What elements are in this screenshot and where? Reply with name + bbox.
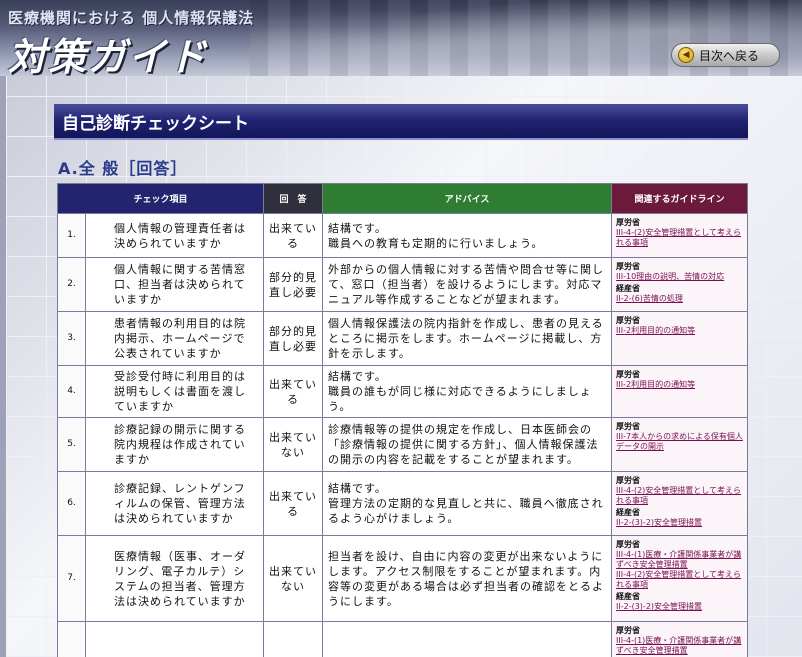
- col-header-answer: 回 答: [263, 183, 324, 214]
- answer-cell: 出来ていない: [263, 535, 324, 622]
- guideline-link[interactable]: III-2利用目的の通知等: [616, 380, 743, 390]
- col-header-advice: アドバイス: [322, 183, 613, 214]
- guideline-link[interactable]: III-10理由の説明、苦情の対応: [616, 272, 743, 282]
- back-button-label: 目次へ戻る: [699, 48, 760, 63]
- header-banner: 医療機関における 個人情報保護法 対策ガイド ◀ 目次へ戻る: [0, 0, 802, 76]
- guideline-cell: 厚労省 III-2利用目的の通知等: [611, 311, 749, 366]
- guideline-link[interactable]: II-2-(6)苦情の処理: [616, 294, 743, 304]
- advice-cell: 結構です。 職員への教育も定期的に行いましょう。: [322, 213, 613, 258]
- section-subtitle: A.全 般［回答］: [58, 159, 188, 178]
- table-header-row: チェック項目 回 答 アドバイス 関連するガイドライン: [56, 183, 749, 214]
- advice-cell: 外部からの個人情報に対する苦情や問合せ等に関して、窓口（担当者）を設けるようにし…: [322, 257, 613, 312]
- check-item: 医療情報（医事、オーダリング、電子カルテ）システムの担当者、管理方法は決められて…: [84, 535, 265, 622]
- guideline-source-label: 経産省: [616, 284, 641, 293]
- guideline-source-label: 厚労省: [616, 262, 641, 271]
- guideline-cell: 厚労省 III-7本人からの求めによる保有個人データの開示: [611, 417, 749, 472]
- advice-cell: 結構です。 職員の誰もが同じ様に対応できるようにしましょう。: [322, 365, 613, 418]
- table-row: 6. 診療記録、レントゲンフィルムの保管、管理方法は決められていますか 出来ている結…: [57, 471, 749, 536]
- advice-cell: 担当者を設け、自由に内容の変更が出来ないようにします。アクセス制限をすることが望…: [322, 535, 613, 622]
- table-row: 1. 個人情報の管理責任者は決められていますか 出来ている 結構です。 職員への教育も…: [57, 213, 749, 258]
- row-number: 5.: [57, 417, 86, 472]
- guideline-link[interactable]: III-4-(1)医療・介護関係事業者が講ずべき安全管理措置: [616, 636, 743, 656]
- table-row: 4. 受診受付時に利用目的は説明もしくは書面を渡していますか 出来ている 結構です。 …: [57, 365, 749, 418]
- guideline-source-label: 経産省: [616, 592, 641, 601]
- check-item: 患者情報の利用目的は院内掲示、ホームページで公表されていますか: [84, 311, 265, 366]
- guideline-source-label: 厚労省: [616, 422, 641, 431]
- guideline-link[interactable]: III-7本人からの求めによる保有個人データの開示: [616, 432, 743, 452]
- guideline-cell: 厚労省 III-4-(2)安全管理措置として考えられる事項: [611, 213, 749, 258]
- guideline-link[interactable]: II-2-(3)-2)安全管理措置: [616, 602, 743, 612]
- guideline-source-label: 厚労省: [616, 540, 641, 549]
- check-item: 個人情報に関する苦情窓口、担当者は決められていますか: [84, 257, 265, 312]
- table-row: 5. 診療記録の開示に関する院内規程は作成されていますか 出来ていない 診療情報等の提…: [57, 417, 749, 472]
- guideline-link[interactable]: III-4-(2)安全管理措置として考えられる事項: [616, 570, 743, 590]
- guideline-cell: 厚労省 III-4-(1)医療・介護関係事業者が講ずべき安全管理措置: [611, 621, 749, 657]
- col-header-guideline: 関連するガイドライン: [611, 183, 749, 214]
- guideline-source-label: 厚労省: [616, 316, 641, 325]
- guideline-link[interactable]: III-4-(1)医療・介護関係事業者が講ずべき安全管理措置: [616, 550, 743, 570]
- check-item: 受診受付時に利用目的は説明もしくは書面を渡していますか: [84, 365, 265, 418]
- answer-cell: 部分的見直し必要: [263, 311, 324, 366]
- answer-cell: 出来ている: [263, 471, 324, 536]
- guideline-source-label: 厚労省: [616, 218, 641, 227]
- guideline-link[interactable]: II-2-(3)-2)安全管理措置: [616, 518, 743, 528]
- check-item: 診療記録、レントゲンフィルムの保管、管理方法は決められていますか: [84, 471, 265, 536]
- guideline-source-label: 経産省: [616, 508, 641, 517]
- guideline-cell: 厚労省 III-2利用目的の通知等: [611, 365, 749, 418]
- guideline-cell: 厚労省 III-4-(2)安全管理措置として考えられる事項経産省 II-2-(3)-…: [611, 471, 749, 536]
- header-title: 対策ガイド: [8, 35, 209, 76]
- check-item: [84, 621, 265, 657]
- answer-cell: 出来ている: [263, 365, 324, 418]
- row-number: 2.: [57, 257, 86, 312]
- advice-cell: 個人情報保護法の院内指針を作成し、患者の見えるところに掲示をします。ホームページ…: [322, 311, 613, 366]
- table-row: 7. 医療情報（医事、オーダリング、電子カルテ）システムの担当者、管理方法は決めら…: [57, 535, 749, 622]
- table-row: 2. 個人情報に関する苦情窓口、担当者は決められていますか 部分的見直し必要 外部から…: [57, 257, 749, 312]
- guideline-source-label: 厚労省: [616, 476, 641, 485]
- guideline-cell: 厚労省 III-10理由の説明、苦情の対応 経産省 II-2-(6)苦情の処理: [611, 257, 749, 312]
- row-number: 4.: [57, 365, 86, 418]
- check-item: 個人情報の管理責任者は決められていますか: [84, 213, 265, 258]
- row-number: 7.: [57, 535, 86, 622]
- row-number: 1.: [57, 213, 86, 258]
- header-subtitle: 医療機関における 個人情報保護法: [8, 9, 255, 27]
- row-number: 6.: [57, 471, 86, 536]
- guideline-link[interactable]: III-4-(2)安全管理措置として考えられる事項: [616, 228, 743, 248]
- row-number: 3.: [57, 311, 86, 366]
- guideline-cell: 厚労省 III-4-(1)医療・介護関係事業者が講ずべき安全管理措置 III-4-(…: [611, 535, 749, 622]
- row-number: [57, 621, 86, 657]
- advice-cell: [322, 621, 613, 657]
- back-to-contents-button[interactable]: ◀ 目次へ戻る: [671, 43, 780, 67]
- answer-cell: 部分的見直し必要: [263, 257, 324, 312]
- back-arrow-icon: ◀: [678, 47, 694, 63]
- col-header-item: チェック項目: [56, 183, 265, 214]
- guideline-link[interactable]: III-2利用目的の通知等: [616, 326, 743, 336]
- check-item: 診療記録の開示に関する院内規程は作成されていますか: [84, 417, 265, 472]
- answer-cell: 出来ていない: [263, 417, 324, 472]
- table-row: 3. 患者情報の利用目的は院内掲示、ホームページで公表されていますか 部分的見直し必…: [57, 311, 749, 366]
- answer-cell: [263, 621, 324, 657]
- advice-cell: 診療情報等の提供の規定を作成し、日本医師会の「診療情報の提供に関する方針」、個人…: [322, 417, 613, 472]
- section-title: 自己診断チェックシート: [54, 104, 748, 140]
- guideline-link[interactable]: III-4-(2)安全管理措置として考えられる事項: [616, 486, 743, 506]
- advice-cell: 結構です。 管理方法の定期的な見直しと共に、職員へ徹底されるよう心がけましょう。: [322, 471, 613, 536]
- table-row: 厚労省 III-4-(1)医療・介護関係事業者が講ずべき安全管理措置: [57, 621, 749, 657]
- guideline-source-label: 厚労省: [616, 370, 641, 379]
- guideline-source-label: 厚労省: [616, 626, 641, 635]
- answer-cell: 出来ている: [263, 213, 324, 258]
- check-table: チェック項目 回 答 アドバイス 関連するガイドライン 1. 個人情報の管理責任者…: [56, 183, 749, 657]
